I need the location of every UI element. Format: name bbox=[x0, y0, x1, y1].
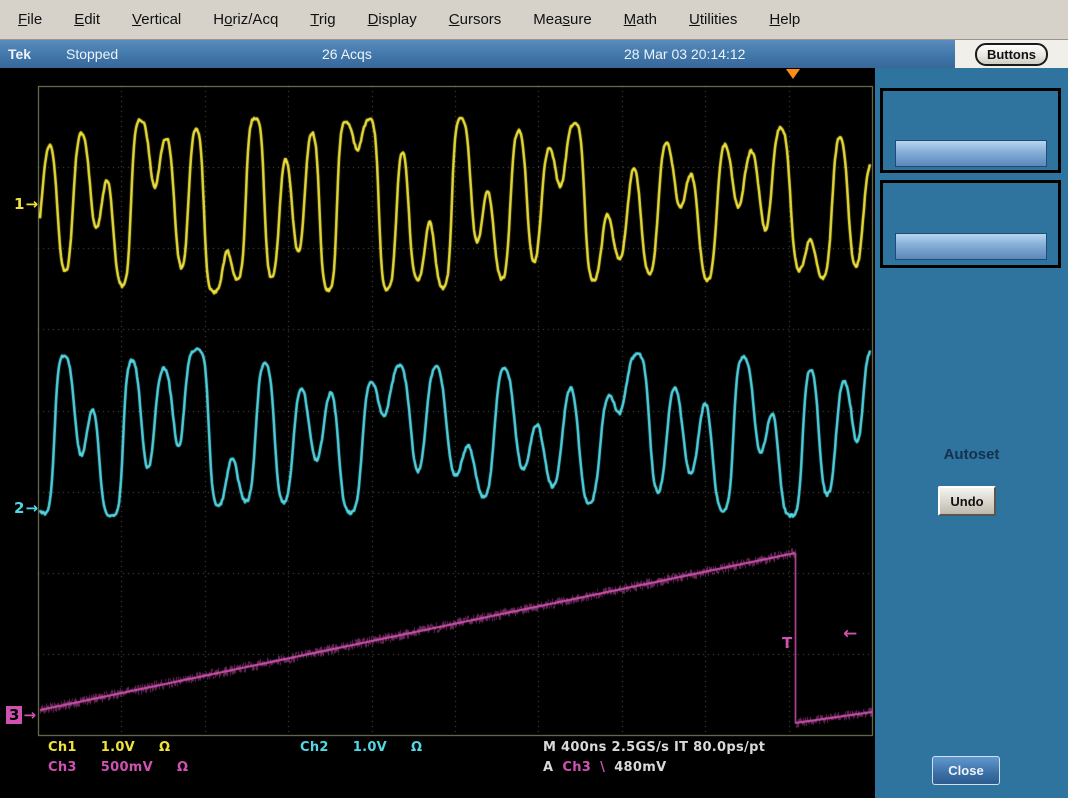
ch1-label: Ch1 bbox=[48, 740, 77, 755]
menu-item-help[interactable]: Help bbox=[769, 11, 800, 28]
menu-item-math[interactable]: Math bbox=[624, 11, 657, 28]
brand-label: Tek bbox=[8, 40, 31, 68]
ch1-scale: 1.0V bbox=[101, 740, 135, 755]
oscilloscope-screen: File Edit Vertical Horiz/Acq Trig Display Curs… bbox=[0, 0, 1068, 798]
trigger-type-label: A bbox=[543, 760, 553, 775]
ohm-icon: Ω bbox=[159, 740, 170, 755]
channel1-marker-number: 1 bbox=[14, 195, 24, 213]
trigger-position-icon[interactable] bbox=[786, 69, 800, 79]
menubar: File Edit Vertical Horiz/Acq Trig Display Curs… bbox=[0, 0, 1068, 40]
acquisition-state: Stopped bbox=[66, 40, 118, 68]
right-arrow-icon: → bbox=[25, 499, 38, 517]
autoset-label: Autoset bbox=[875, 446, 1068, 463]
ch3-scale: 500mV bbox=[101, 760, 153, 775]
right-arrow-icon: → bbox=[23, 706, 36, 724]
ch2-scale: 1.0V bbox=[353, 740, 387, 755]
menu-item-vertical[interactable]: Vertical bbox=[132, 11, 181, 28]
trigger-level-label: 480mV bbox=[614, 760, 666, 775]
channel3-marker[interactable]: 3→ bbox=[6, 706, 36, 724]
trigger-source-label: Ch3 bbox=[562, 760, 591, 775]
trigger-level-t-marker[interactable]: T bbox=[782, 634, 792, 652]
menu-item-display[interactable]: Display bbox=[368, 11, 417, 28]
channel2-marker-number: 2 bbox=[14, 499, 24, 517]
control-sidebar: Autoset Undo Close bbox=[875, 68, 1068, 798]
channel1-marker[interactable]: 1→ bbox=[14, 195, 38, 213]
ch3-readout: Ch3 500mV Ω bbox=[48, 760, 188, 775]
control-value-bar-1[interactable] bbox=[895, 140, 1047, 167]
trigger-readout: A Ch3 \ 480mV bbox=[543, 760, 666, 775]
status-strip: Tek Stopped 26 Acqs 28 Mar 03 20:14:12 bbox=[0, 40, 955, 68]
ch3-label: Ch3 bbox=[48, 760, 77, 775]
statusbar: Tek Stopped 26 Acqs 28 Mar 03 20:14:12 B… bbox=[0, 40, 1068, 68]
acquisition-count: 26 Acqs bbox=[322, 40, 372, 68]
menu-item-measure[interactable]: Measure bbox=[533, 11, 591, 28]
control-box-2[interactable] bbox=[880, 180, 1061, 268]
status-corner: Buttons bbox=[955, 40, 1068, 68]
right-arrow-icon: → bbox=[25, 195, 38, 213]
ch1-readout: Ch1 1.0V Ω bbox=[48, 740, 170, 755]
waveform-display: 1→ 2→ 3→ T ← Ch11.0VΩ Ch21.0VΩ M 400ns 2… bbox=[0, 68, 875, 798]
buttons-button[interactable]: Buttons bbox=[975, 43, 1048, 66]
ch2-readout: Ch2 1.0V Ω bbox=[300, 740, 422, 755]
timebase-readout: M 400ns 2.5GS/s IT 80.0ps/pt bbox=[543, 740, 765, 755]
trigger-level-arrow-icon[interactable]: ← bbox=[843, 624, 857, 644]
ohm-icon: Ω bbox=[177, 760, 188, 775]
ch2-label: Ch2 bbox=[300, 740, 329, 755]
menu-item-horiz-acq[interactable]: Horiz/Acq bbox=[213, 11, 278, 28]
menu-item-utilities[interactable]: Utilities bbox=[689, 11, 737, 28]
trigger-slope-icon: \ bbox=[600, 760, 605, 775]
menu-item-cursors[interactable]: Cursors bbox=[449, 11, 502, 28]
ohm-icon: Ω bbox=[411, 740, 422, 755]
channel2-marker[interactable]: 2→ bbox=[14, 499, 38, 517]
menu-item-file[interactable]: File bbox=[18, 11, 42, 28]
close-button[interactable]: Close bbox=[932, 756, 1000, 785]
datetime-label: 28 Mar 03 20:14:12 bbox=[624, 40, 745, 68]
menu-item-trig[interactable]: Trig bbox=[310, 11, 335, 28]
channel3-marker-number: 3 bbox=[6, 706, 22, 724]
control-value-bar-2[interactable] bbox=[895, 233, 1047, 260]
menu-item-edit[interactable]: Edit bbox=[74, 11, 100, 28]
control-box-1[interactable] bbox=[880, 88, 1061, 173]
waveform-canvas bbox=[0, 68, 875, 798]
timebase-label: M 400ns 2.5GS/s IT 80.0ps/pt bbox=[543, 740, 765, 755]
undo-button[interactable]: Undo bbox=[938, 486, 996, 516]
